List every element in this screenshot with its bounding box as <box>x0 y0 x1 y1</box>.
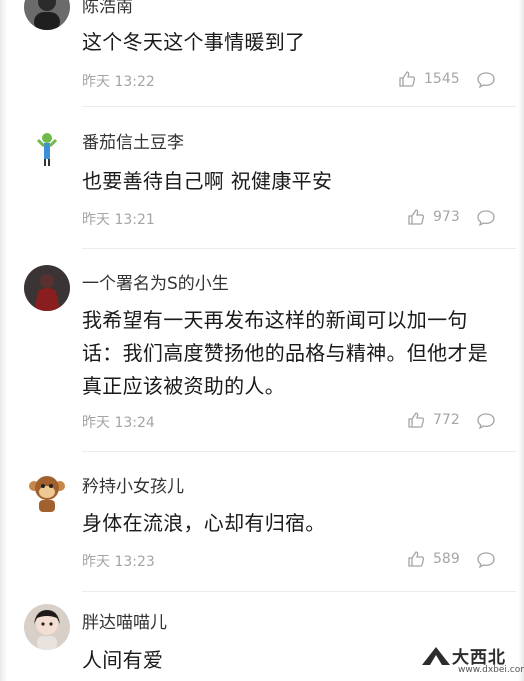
thumbs-up-icon <box>408 209 425 225</box>
watermark-logo-icon <box>422 647 450 665</box>
thumbs-up-icon <box>408 412 425 428</box>
site-watermark: 大西北 www.dxbei.com <box>420 643 524 677</box>
reply-icon[interactable] <box>476 209 496 227</box>
user-avatar[interactable] <box>24 124 70 170</box>
comment-item: 陈浩南 这个冬天这个事情暖到了 昨天 13:22 1545 <box>0 0 524 107</box>
watermark-url: www.dxbei.com <box>458 665 524 675</box>
reply-icon[interactable] <box>476 71 496 89</box>
like-count: 772 <box>433 412 460 428</box>
comment-text: 身体在流浪，心却有归宿。 <box>82 511 326 535</box>
user-avatar[interactable] <box>24 468 70 514</box>
username[interactable]: 一个署名为S的小生 <box>82 269 229 294</box>
like-count: 589 <box>433 551 460 567</box>
username[interactable]: 胖达喵喵儿 <box>82 608 167 633</box>
comment-list: 陈浩南 这个冬天这个事情暖到了 昨天 13:22 1545 番茄信土豆李 也要善… <box>0 0 524 681</box>
comment-time: 昨天 13:22 <box>82 74 155 90</box>
comment-text: 我希望有一天再发布这样的新闻可以加一句话：我们高度赞扬他的品格与精神。但他才是真… <box>82 308 488 398</box>
reply-icon[interactable] <box>476 551 496 569</box>
username[interactable]: 陈浩南 <box>82 0 133 17</box>
user-avatar[interactable] <box>24 265 70 311</box>
comment-item: 一个署名为S的小生 我希望有一天再发布这样的新闻可以加一句话：我们高度赞扬他的品… <box>0 249 524 452</box>
thumbs-up-icon <box>408 551 425 567</box>
user-avatar[interactable] <box>24 604 70 650</box>
like-count: 973 <box>433 209 460 225</box>
like-button[interactable]: 772 <box>407 411 460 429</box>
like-button[interactable]: 973 <box>407 208 460 226</box>
comment-time: 昨天 13:21 <box>82 212 155 228</box>
username[interactable]: 矜持小女孩儿 <box>82 472 184 497</box>
user-avatar[interactable] <box>24 0 70 30</box>
comment-item: 矜持小女孩儿 身体在流浪，心却有归宿。 昨天 13:23 589 <box>0 452 524 592</box>
comment-time: 昨天 13:23 <box>82 554 155 570</box>
reply-icon[interactable] <box>476 412 496 430</box>
comment-time: 昨天 13:24 <box>82 415 155 431</box>
comment-text: 这个冬天这个事情暖到了 <box>82 30 306 54</box>
comment-text: 也要善待自己啊 祝健康平安 <box>82 169 333 193</box>
comment-item: 番茄信土豆李 也要善待自己啊 祝健康平安 昨天 13:21 973 <box>0 107 524 249</box>
username[interactable]: 番茄信土豆李 <box>82 128 184 153</box>
thumbs-up-icon <box>399 71 416 87</box>
like-count: 1545 <box>424 71 460 87</box>
like-button[interactable]: 1545 <box>398 70 460 88</box>
like-button[interactable]: 589 <box>407 550 460 568</box>
